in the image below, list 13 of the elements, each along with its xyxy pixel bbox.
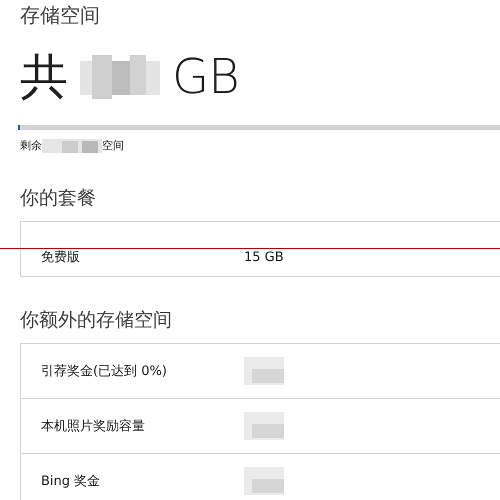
plan-size: 15 GB — [244, 250, 284, 264]
page-title: 存储空间 — [20, 2, 101, 29]
redaction-blur — [42, 138, 102, 152]
section-heading: 你额外的存储空间 — [20, 308, 173, 333]
bonus-label: 本机照片奖励容量 — [41, 418, 146, 435]
remaining-label: 剩余 — [20, 138, 42, 153]
remaining-label: 空间 — [102, 138, 124, 153]
bonus-label: 引荐奖金(已达到 0%) — [41, 363, 168, 380]
bonus-label: Bing 奖金 — [41, 473, 102, 490]
total-prefix: 共 — [20, 53, 68, 101]
section-heading: 你的套餐 — [20, 186, 97, 211]
plan-name: 免费版 — [41, 249, 81, 266]
total-unit: GB — [172, 53, 239, 101]
